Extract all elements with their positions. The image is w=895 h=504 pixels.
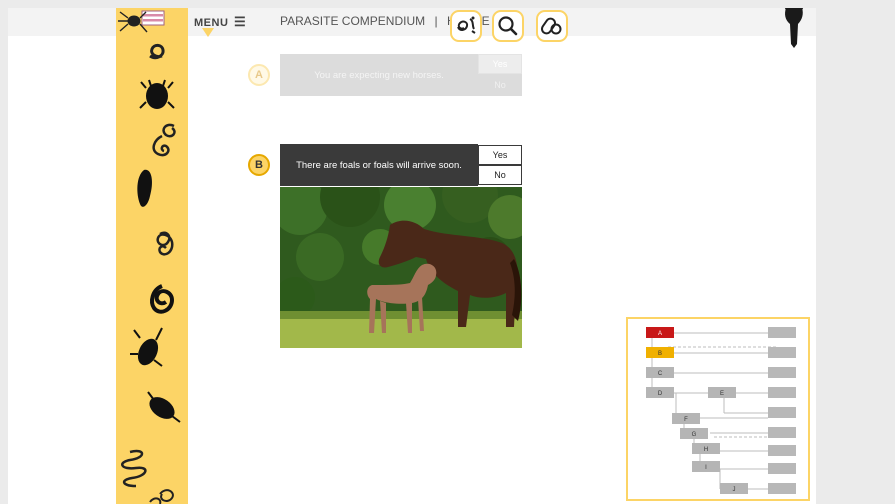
question-b-marker: B <box>248 154 270 176</box>
flowchart-node-b[interactable]: B <box>646 347 674 358</box>
parasite-lifecycle-icon <box>457 16 476 34</box>
flowchart-node-g[interactable]: G <box>680 428 708 439</box>
treatment-button[interactable] <box>536 10 568 42</box>
app-page: MENU ☰ PARASITE COMPENDIUM | HORSE A You <box>8 8 816 504</box>
mare-and-foal-photo <box>280 187 522 348</box>
svg-text:E: E <box>720 391 724 397</box>
louse-icon[interactable] <box>121 449 147 488</box>
flowchart-node-i[interactable]: I <box>692 461 720 472</box>
search-icon <box>498 16 518 36</box>
flowchart-node-d[interactable]: D <box>646 387 674 398</box>
question-b-no-button[interactable]: No <box>478 165 522 185</box>
grass <box>280 315 522 348</box>
svg-text:C: C <box>658 371 663 377</box>
beetle-icon[interactable] <box>145 391 181 423</box>
fly-larva-icon[interactable] <box>137 169 152 207</box>
spiral-worm-icon[interactable] <box>150 284 175 314</box>
question-a-marker: A <box>248 64 270 86</box>
flowchart-node-j[interactable]: J <box>720 483 748 494</box>
svg-text:D: D <box>658 391 663 397</box>
svg-text:F: F <box>684 417 688 423</box>
svg-text:H: H <box>704 447 708 453</box>
app-title: PARASITE COMPENDIUM <box>280 14 426 28</box>
tick-icon[interactable] <box>139 79 175 109</box>
question-a-yes-button[interactable]: Yes <box>478 54 522 74</box>
mite-icon[interactable] <box>130 327 163 368</box>
svg-text:B: B <box>658 351 662 357</box>
flowchart-node-c[interactable]: C <box>646 367 674 378</box>
decision-flowchart: A B C D E F G H I J <box>626 317 810 501</box>
horse-icon <box>784 8 804 48</box>
svg-text:A: A <box>658 331 662 337</box>
flowchart-outcomes <box>768 327 796 494</box>
question-b-text: There are foals or foals will arrive soo… <box>280 144 478 186</box>
flowchart-node-h[interactable]: H <box>692 443 720 454</box>
spiral-worm-icon[interactable] <box>156 231 174 256</box>
question-a-no-button[interactable]: No <box>478 74 522 96</box>
question-b-yes-button[interactable]: Yes <box>478 145 522 165</box>
svg-text:G: G <box>692 432 697 438</box>
hamburger-icon: ☰ <box>233 14 247 29</box>
flowchart-node-f[interactable]: F <box>672 413 700 424</box>
coiled-worm-icon[interactable] <box>149 43 165 60</box>
lifecycle-button[interactable] <box>450 10 482 42</box>
pills-icon <box>540 17 562 35</box>
flowchart-node-a[interactable]: A <box>646 327 674 338</box>
svg-text:J: J <box>733 487 736 493</box>
question-a-text: You are expecting new horses. <box>280 54 478 96</box>
search-button[interactable] <box>492 10 524 42</box>
tangled-worm-icon[interactable] <box>149 489 174 504</box>
flowchart-node-e[interactable]: E <box>708 387 736 398</box>
flowchart-diagram: A B C D E F G H I J <box>646 327 796 494</box>
title-separator: | <box>434 14 438 28</box>
parasite-sidebar <box>116 8 188 504</box>
menu-pointer-icon <box>202 28 214 37</box>
curled-larva-icon[interactable] <box>152 123 176 157</box>
sidebar-icons <box>118 10 181 504</box>
